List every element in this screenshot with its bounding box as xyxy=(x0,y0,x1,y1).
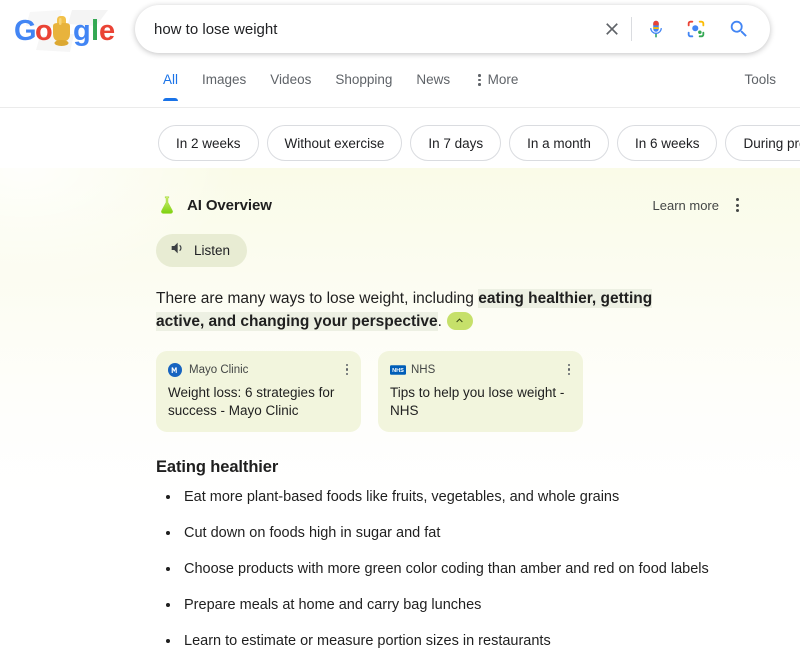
chip-in-7-days[interactable]: In 7 days xyxy=(410,125,501,161)
chip-in-6-weeks[interactable]: In 6 weeks xyxy=(617,125,718,161)
listen-label: Listen xyxy=(194,243,230,258)
flask-icon xyxy=(156,194,178,216)
ai-overview-kebab-icon[interactable] xyxy=(733,195,742,215)
more-label: More xyxy=(488,70,519,90)
source-name: NHS xyxy=(411,364,435,376)
speaker-icon xyxy=(169,240,185,261)
source-card-mayo-clinic[interactable]: Mayo Clinic Weight loss: 6 strategies fo… xyxy=(156,351,361,432)
source-title: Weight loss: 6 strategies for success - … xyxy=(168,384,349,420)
chip-in-a-month[interactable]: In a month xyxy=(509,125,609,161)
ai-overview-title: AI Overview xyxy=(187,197,272,214)
nhs-favicon: NHS xyxy=(390,363,404,377)
list-item: Learn to estimate or measure portion siz… xyxy=(156,632,756,651)
chip-without-exercise[interactable]: Without exercise xyxy=(267,125,403,161)
chevron-up-icon[interactable] xyxy=(447,312,473,330)
source-card-nhs[interactable]: NHS NHS Tips to help you lose weight - N… xyxy=(378,351,583,432)
listen-button[interactable]: Listen xyxy=(156,234,247,267)
ai-overview-panel: AI Overview Learn more Listen There are … xyxy=(0,161,800,667)
close-icon[interactable] xyxy=(595,7,629,51)
filter-chip-row: In 2 weeks Without exercise In 7 days In… xyxy=(0,108,800,161)
learn-more-link[interactable]: Learn more xyxy=(653,198,719,213)
svg-text:o: o xyxy=(35,15,53,47)
google-doodle-logo[interactable]: G o g l e xyxy=(12,10,120,52)
microphone-icon[interactable] xyxy=(636,7,676,51)
tab-images[interactable]: Images xyxy=(190,70,258,101)
search-nav-tabs: All Images Videos Shopping News More Too… xyxy=(0,70,800,108)
source-name: Mayo Clinic xyxy=(189,364,248,376)
svg-text:NHS: NHS xyxy=(392,368,404,374)
list-item: Prepare meals at home and carry bag lunc… xyxy=(156,596,756,615)
search-input[interactable] xyxy=(135,5,595,53)
search-divider xyxy=(631,17,632,41)
tab-all[interactable]: All xyxy=(159,70,190,101)
ai-overview-header: AI Overview Learn more xyxy=(156,193,742,217)
list-item: Eat more plant-based foods like fruits, … xyxy=(156,488,756,507)
more-filters-button[interactable]: More xyxy=(462,70,530,101)
tab-shopping[interactable]: Shopping xyxy=(323,70,404,101)
source-card-row: Mayo Clinic Weight loss: 6 strategies fo… xyxy=(156,351,800,432)
ai-overview-bullet-list: Eat more plant-based foods like fruits, … xyxy=(156,488,756,667)
list-item: Choose products with more green color co… xyxy=(156,560,756,579)
search-icon[interactable] xyxy=(716,7,762,51)
svg-text:e: e xyxy=(99,15,115,47)
google-lens-icon[interactable] xyxy=(676,7,716,51)
nav-tab-list: All Images Videos Shopping News More xyxy=(159,70,530,101)
source-card-header: Mayo Clinic xyxy=(168,361,349,378)
mayo-clinic-favicon xyxy=(168,363,182,377)
svg-text:l: l xyxy=(91,15,99,47)
tab-videos[interactable]: Videos xyxy=(258,70,323,101)
source-title: Tips to help you lose weight - NHS xyxy=(390,384,571,420)
answer-lead: There are many ways to lose weight, incl… xyxy=(156,290,478,307)
svg-text:g: g xyxy=(73,15,91,47)
search-box[interactable] xyxy=(135,5,770,53)
list-item: Cut down on foods high in sugar and fat xyxy=(156,524,756,543)
ai-overview-actions: Learn more xyxy=(653,195,742,215)
chip-in-2-weeks[interactable]: In 2 weeks xyxy=(158,125,259,161)
chip-during-pregnancy[interactable]: During pregnancy xyxy=(725,125,800,161)
source-card-kebab-icon[interactable] xyxy=(345,362,350,378)
svg-text:G: G xyxy=(14,15,37,47)
section-heading: Eating healthier xyxy=(156,458,800,477)
tools-button[interactable]: Tools xyxy=(744,70,776,101)
ai-overview-answer: There are many ways to lose weight, incl… xyxy=(156,287,704,333)
kebab-icon xyxy=(478,74,481,86)
page-header: G o g l e xyxy=(0,0,800,60)
source-card-header: NHS NHS xyxy=(390,361,571,378)
source-card-kebab-icon[interactable] xyxy=(567,362,572,378)
answer-trail: . xyxy=(438,313,442,330)
tab-news[interactable]: News xyxy=(404,70,462,101)
